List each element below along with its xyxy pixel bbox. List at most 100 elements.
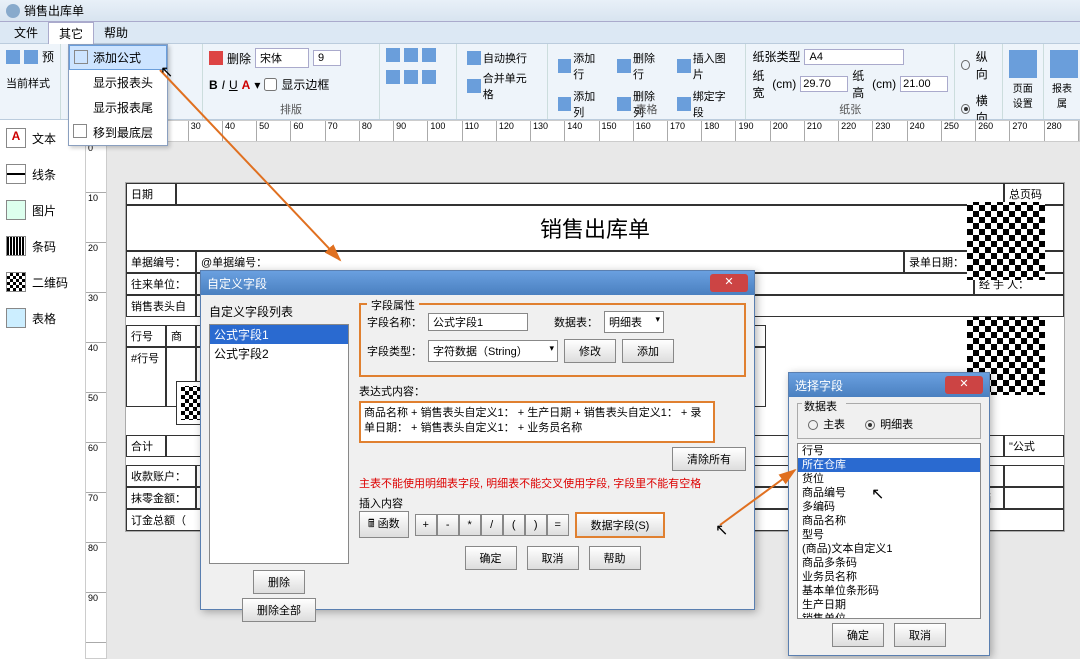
align-right-icon[interactable]: [422, 48, 436, 62]
menu-file[interactable]: 文件: [4, 22, 48, 43]
list-item[interactable]: 业务员名称: [798, 570, 980, 584]
font-select[interactable]: 宋体: [255, 48, 309, 68]
cursor-icon: ↖: [715, 520, 728, 540]
menu-show-header[interactable]: 显示报表头: [69, 70, 167, 95]
op-button[interactable]: -: [437, 514, 459, 536]
list-item[interactable]: 商品名称: [798, 514, 980, 528]
portrait-radio[interactable]: [961, 60, 970, 70]
add-row-button[interactable]: 添加行: [554, 48, 610, 84]
align-left-icon[interactable]: [386, 48, 400, 62]
italic-button[interactable]: I: [222, 78, 225, 92]
dlg2-titlebar[interactable]: 选择字段 ✕: [789, 373, 989, 397]
data-table-select[interactable]: 明细表: [604, 311, 664, 333]
formula-icon: [74, 50, 88, 64]
field-name-input[interactable]: [428, 313, 528, 331]
landscape-radio[interactable]: [961, 104, 970, 114]
tool-barcode[interactable]: 条码: [0, 228, 85, 264]
menu-other[interactable]: 其它: [48, 22, 94, 44]
add-row-icon: [558, 59, 572, 73]
list-item[interactable]: 型号: [798, 528, 980, 542]
del-row-button[interactable]: 删除行: [613, 48, 669, 84]
data-field-button[interactable]: 数据字段(S): [575, 512, 666, 538]
insert-img-icon: [677, 59, 691, 73]
clear-button[interactable]: 清除所有: [672, 447, 746, 471]
page-setup-icon[interactable]: [1009, 50, 1037, 78]
add-button[interactable]: 添加: [622, 339, 674, 363]
ok-button[interactable]: 确定: [465, 546, 517, 570]
paper-width-input[interactable]: [800, 76, 848, 92]
menu-move-bottom[interactable]: 移到最底层: [69, 120, 167, 145]
bold-button[interactable]: B: [209, 78, 218, 92]
function-button[interactable]: 🖩 函数: [359, 511, 409, 538]
list-item[interactable]: 商品多条码: [798, 556, 980, 570]
paper-type-select[interactable]: A4: [804, 49, 904, 65]
delete-icon[interactable]: [209, 51, 223, 65]
field-type-select[interactable]: 字符数据（String）: [428, 340, 558, 362]
op-button[interactable]: +: [415, 514, 437, 536]
menu-add-formula[interactable]: 添加公式: [69, 45, 167, 70]
list-item[interactable]: 商品编号: [798, 486, 980, 500]
font-color-button[interactable]: A: [242, 78, 251, 92]
table-icon: [6, 308, 26, 328]
font-size-select[interactable]: 9: [313, 50, 341, 66]
image-icon: [6, 200, 26, 220]
op-button[interactable]: (: [503, 514, 525, 536]
current-style-label: 当前样式: [6, 75, 50, 91]
dlg1-title: 自定义字段: [207, 275, 267, 292]
list-item[interactable]: 公式字段2: [210, 344, 348, 363]
delete-all-button[interactable]: 删除全部: [242, 598, 316, 622]
tool-qrcode[interactable]: 二维码: [0, 264, 85, 300]
tool-line[interactable]: 线条: [0, 156, 85, 192]
list-item[interactable]: 销售单位: [798, 612, 980, 619]
field-listbox[interactable]: 公式字段1 公式字段2: [209, 324, 349, 564]
dlg2-close-icon[interactable]: ✕: [945, 376, 983, 394]
list-item[interactable]: 多编码: [798, 500, 980, 514]
paper-height-input[interactable]: [900, 76, 948, 92]
report-attr-icon[interactable]: [1050, 50, 1078, 78]
field-properties-fieldset: 字段属性 字段名称： 数据表： 明细表 字段类型： 字符数据（String） 修…: [359, 303, 746, 377]
list-item[interactable]: 公式字段1: [210, 325, 348, 344]
app-icon: [6, 4, 20, 18]
menu-help[interactable]: 帮助: [94, 22, 138, 43]
dlg2-ok-button[interactable]: 确定: [832, 623, 884, 647]
tool-image[interactable]: 图片: [0, 192, 85, 228]
list-item[interactable]: 基本单位条形码: [798, 584, 980, 598]
list-item[interactable]: 货位: [798, 472, 980, 486]
valign-bot-icon[interactable]: [422, 70, 436, 84]
detail-table-radio[interactable]: [865, 420, 875, 430]
op-button[interactable]: ): [525, 514, 547, 536]
insert-img-button[interactable]: 插入图片: [673, 48, 739, 84]
list-item[interactable]: 所在仓库: [798, 458, 980, 472]
side-toolbar: A文本 线条 图片 条码 二维码 表格: [0, 120, 85, 336]
list-item[interactable]: 行号: [798, 444, 980, 458]
data-source-fieldset: 数据表 主表 明细表: [797, 403, 981, 439]
field-select-listbox[interactable]: 行号所在仓库货位商品编号多编码商品名称型号(商品)文本自定义1商品多条码业务员名…: [797, 443, 981, 619]
dlg2-cancel-button[interactable]: 取消: [894, 623, 946, 647]
modify-button[interactable]: 修改: [564, 339, 616, 363]
op-button[interactable]: *: [459, 514, 481, 536]
op-button[interactable]: /: [481, 514, 503, 536]
dlg1-titlebar[interactable]: 自定义字段 ✕: [201, 271, 754, 295]
qr-top: [967, 202, 1045, 280]
list-item[interactable]: (商品)文本自定义1: [798, 542, 980, 556]
dlg1-close-icon[interactable]: ✕: [710, 274, 748, 292]
window-titlebar: 销售出库单: [0, 0, 1080, 22]
preview-icon[interactable]: [24, 50, 38, 64]
valign-mid-icon[interactable]: [404, 70, 418, 84]
op-button[interactable]: =: [547, 514, 569, 536]
help-button[interactable]: 帮助: [589, 546, 641, 570]
autowrap-button[interactable]: 自动换行: [463, 48, 541, 68]
merge-button[interactable]: 合并单元格: [463, 68, 541, 104]
show-border-check[interactable]: [264, 78, 277, 91]
save-icon[interactable]: [6, 50, 20, 64]
underline-button[interactable]: U: [229, 78, 238, 92]
delete-button[interactable]: 删除: [253, 570, 305, 594]
cancel-button[interactable]: 取消: [527, 546, 579, 570]
tool-table[interactable]: 表格: [0, 300, 85, 336]
valign-top-icon[interactable]: [386, 70, 400, 84]
menu-show-footer[interactable]: 显示报表尾: [69, 95, 167, 120]
list-item[interactable]: 生产日期: [798, 598, 980, 612]
align-center-icon[interactable]: [404, 48, 418, 62]
main-table-radio[interactable]: [808, 420, 818, 430]
expression-textarea[interactable]: 商品名称 + 销售表头自定义1： + 生产日期 + 销售表头自定义1： + 录单…: [359, 401, 715, 443]
